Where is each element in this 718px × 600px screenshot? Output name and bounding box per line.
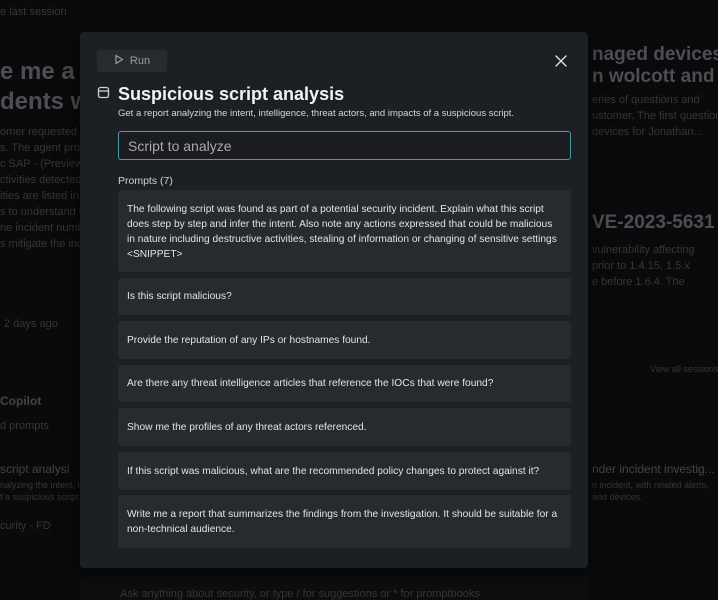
- prompt-text: Write me a report that summarizes the fi…: [127, 509, 558, 535]
- prompt-text: If this script was malicious, what are t…: [127, 465, 540, 477]
- prompt-item[interactable]: Are there any threat intelligence articl…: [118, 365, 571, 402]
- prompt-item[interactable]: If this script was malicious, what are t…: [118, 452, 571, 490]
- prompt-text: The following script was found as part o…: [127, 204, 557, 260]
- prompt-item[interactable]: The following script was found as part o…: [118, 190, 571, 272]
- run-button-label: Run: [129, 55, 151, 67]
- prompt-item[interactable]: Is this script malicious?: [118, 278, 571, 315]
- prompts-count-label: Prompts (7): [118, 175, 173, 187]
- play-icon: [114, 54, 124, 68]
- prompt-text: Show me the profiles of any threat actor…: [127, 421, 367, 433]
- prompt-text: Provide the reputation of any IPs or hos…: [127, 334, 371, 346]
- prompt-item[interactable]: Show me the profiles of any threat actor…: [118, 408, 571, 446]
- prompt-item[interactable]: Provide the reputation of any IPs or hos…: [118, 321, 571, 359]
- promptbook-dialog: Run Suspicious script analysis Get a rep…: [80, 32, 588, 568]
- dialog-header: Suspicious script analysis: [97, 84, 344, 105]
- run-button[interactable]: Run: [97, 50, 167, 72]
- close-icon: [554, 55, 568, 72]
- prompt-text: Are there any threat intelligence articl…: [127, 378, 494, 389]
- dialog-title: Suspicious script analysis: [118, 84, 345, 104]
- prompt-text: Is this script malicious?: [127, 291, 232, 302]
- script-input-container: [118, 131, 571, 160]
- dialog-subtitle: Get a report analyzing the intent, intel…: [118, 108, 515, 119]
- prompt-item[interactable]: Write me a report that summarizes the fi…: [118, 495, 571, 548]
- script-input[interactable]: [119, 132, 570, 159]
- promptbook-icon: [97, 86, 110, 104]
- close-button[interactable]: [554, 54, 568, 68]
